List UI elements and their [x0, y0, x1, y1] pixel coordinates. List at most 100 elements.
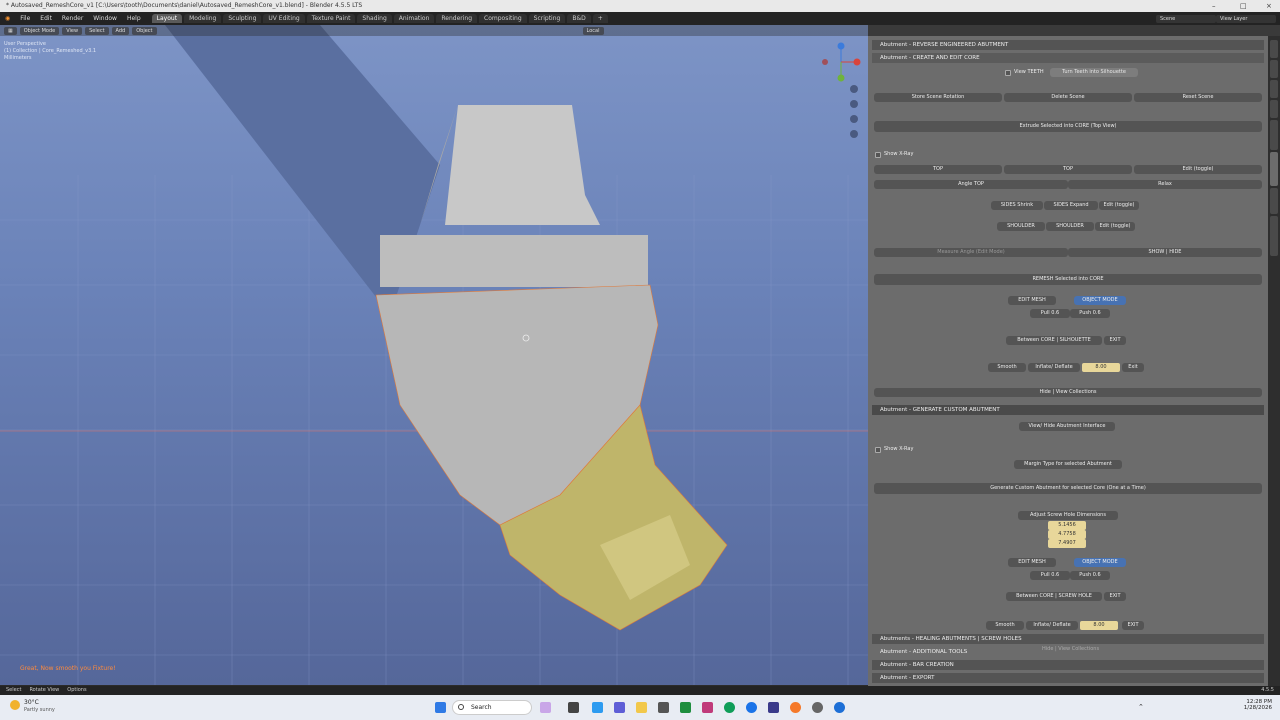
sides-shrink-button[interactable]: SIDES Shrink	[991, 201, 1043, 210]
object-menu[interactable]: Object	[132, 26, 157, 35]
margin-type-button[interactable]: Margin Type for selected Abutment	[1014, 460, 1122, 469]
inflate-value-field[interactable]: 8.00	[1082, 363, 1120, 372]
view-teeth-checkbox[interactable]	[1005, 70, 1011, 76]
top-button-2[interactable]: TOP	[1004, 165, 1132, 174]
inflate-deflate-button-2[interactable]: Inflate/ Deflate	[1026, 621, 1078, 630]
tab-modeling[interactable]: Modeling	[184, 14, 222, 23]
tab-shading[interactable]: Shading	[357, 14, 392, 23]
weather-icon[interactable]	[10, 700, 20, 710]
smooth-button[interactable]: Smooth	[988, 363, 1026, 372]
store-rotation-button[interactable]: Store Scene Rotation	[874, 93, 1002, 102]
select-menu[interactable]: Select	[85, 26, 109, 35]
exit-button-1[interactable]: EXIT	[1104, 336, 1126, 345]
screw-dim-2-field[interactable]: 4.7758	[1048, 530, 1086, 539]
view-menu[interactable]: View	[62, 26, 83, 35]
turn-teeth-button[interactable]: Turn Teeth into Silhouette	[1050, 68, 1138, 77]
smooth-button-2[interactable]: Smooth	[986, 621, 1024, 630]
sidebar-tab-edit[interactable]	[1270, 100, 1278, 118]
pan-hand-icon[interactable]	[850, 100, 858, 108]
zoom-icon[interactable]	[850, 85, 858, 93]
shoulder-button-1[interactable]: SHOULDER	[997, 222, 1045, 231]
task-view-icon[interactable]	[568, 702, 579, 713]
object-mode-button-2[interactable]: OBJECT MODE	[1074, 558, 1126, 567]
generate-abutment-button[interactable]: Generate Custom Abutment for selected Co…	[874, 483, 1262, 494]
extrude-core-button[interactable]: Extrude Selected into CORE (Top View)	[874, 121, 1262, 132]
push-button[interactable]: Push 0.6	[1070, 309, 1110, 318]
close-icon[interactable]: ×	[1266, 0, 1272, 12]
tab-animation[interactable]: Animation	[393, 14, 435, 23]
chrome-icon[interactable]	[724, 702, 735, 713]
section-generate-abutment[interactable]: Abutment - GENERATE CUSTOM ABUTMENT	[872, 405, 1264, 415]
maximize-icon[interactable]: □	[1240, 0, 1247, 12]
blender-logo-icon[interactable]: ◉	[0, 15, 15, 22]
shoulder-button-2[interactable]: SHOULDER	[1046, 222, 1094, 231]
sidebar-tab-abutment[interactable]	[1270, 152, 1278, 186]
sidebar-tab-tool[interactable]	[1270, 60, 1278, 78]
pull-button-2[interactable]: Pull 0.6	[1030, 571, 1070, 580]
menu-window[interactable]: Window	[88, 15, 122, 22]
inflate-value-field-2[interactable]: 8.00	[1080, 621, 1118, 630]
sidebar-tab-other[interactable]	[1270, 188, 1278, 214]
3d-viewport[interactable]: User Perspective (1) Collection | Core_R…	[0, 25, 868, 685]
menu-help[interactable]: Help	[122, 15, 146, 22]
screw-dim-1-field[interactable]: 5.1456	[1048, 521, 1086, 530]
edit-mesh-button[interactable]: EDIT MESH	[1008, 296, 1056, 305]
add-menu[interactable]: Add	[111, 26, 130, 35]
menu-file[interactable]: File	[15, 15, 35, 22]
edit-toggle-shoulder-button[interactable]: Edit (toggle)	[1095, 222, 1135, 231]
delete-scene-button[interactable]: Delete Scene	[1004, 93, 1132, 102]
widgets-icon[interactable]	[540, 702, 551, 713]
windows-start-icon[interactable]	[435, 702, 446, 713]
section-healing-abutments[interactable]: Abutments - HEALING ABUTMENTS | SCREW HO…	[872, 634, 1264, 644]
show-hide-button[interactable]: SHOW | HIDE	[1068, 248, 1262, 257]
tab-scripting[interactable]: Scripting	[528, 14, 566, 23]
measure-angle-button[interactable]: Measure Angle (Edit Mode)	[874, 248, 1068, 257]
section-create-core[interactable]: Abutment - CREATE AND EDIT CORE	[872, 53, 1264, 63]
clock[interactable]: 12:28 PM 1/28/2026	[1238, 699, 1272, 711]
taskbar-search-box[interactable]: Search	[452, 700, 532, 715]
relax-button[interactable]: Relax	[1068, 180, 1262, 189]
transform-orientation[interactable]: Local	[582, 26, 604, 35]
between-core-screw-button[interactable]: Between CORE | SCREW HOLE	[1006, 592, 1102, 601]
section-reverse-engineered[interactable]: Abutment - REVERSE ENGINEERED ABUTMENT	[872, 40, 1264, 50]
ortho-grid-icon[interactable]	[850, 130, 858, 138]
sides-expand-button[interactable]: SIDES Expand	[1044, 201, 1098, 210]
view-hide-interface-button[interactable]: View/ Hide Abutment Interface	[1019, 422, 1115, 431]
pull-button[interactable]: Pull 0.6	[1030, 309, 1070, 318]
reset-scene-button[interactable]: Reset Scene	[1134, 93, 1262, 102]
section-bar-creation[interactable]: Abutment - BAR CREATION	[872, 660, 1264, 670]
store-icon[interactable]	[658, 702, 669, 713]
menu-edit[interactable]: Edit	[35, 15, 57, 22]
file-explorer-icon[interactable]	[636, 702, 647, 713]
hide-view-collections-button[interactable]: Hide | View Collections	[874, 388, 1262, 397]
tab-uv-editing[interactable]: UV Editing	[263, 14, 305, 23]
scene-selector[interactable]: Scene	[1156, 14, 1216, 23]
settings-icon[interactable]	[812, 702, 823, 713]
show-xray-checkbox[interactable]	[875, 152, 881, 158]
top-button-1[interactable]: TOP	[874, 165, 1002, 174]
tab-bd[interactable]: B&D	[567, 14, 591, 23]
show-xray-checkbox-2[interactable]	[875, 447, 881, 453]
app-icon-3[interactable]	[834, 702, 845, 713]
edit-toggle-sides-button[interactable]: Edit (toggle)	[1099, 201, 1139, 210]
section-export[interactable]: Abutment - EXPORT	[872, 673, 1264, 683]
copilot-icon[interactable]	[592, 702, 603, 713]
sidebar-tab-item[interactable]	[1270, 40, 1278, 58]
teams-icon[interactable]	[614, 702, 625, 713]
remesh-core-button[interactable]: REMESH Selected into CORE	[874, 274, 1262, 285]
between-core-silhouette-button[interactable]: Between CORE | SILHOUETTE	[1006, 336, 1102, 345]
exit-button-2[interactable]: Exit	[1122, 363, 1144, 372]
exit-button-4[interactable]: EXIT	[1122, 621, 1144, 630]
editor-type-icon[interactable]: ▦	[4, 26, 17, 35]
object-mode-button[interactable]: OBJECT MODE	[1074, 296, 1126, 305]
app-icon-2[interactable]	[768, 702, 779, 713]
add-workspace-icon[interactable]: +	[592, 14, 608, 23]
exit-button-3[interactable]: EXIT	[1104, 592, 1126, 601]
chrome-profile-icon[interactable]	[746, 702, 757, 713]
tab-sculpting[interactable]: Sculpting	[223, 14, 262, 23]
app-icon[interactable]	[702, 702, 713, 713]
tab-texture-paint[interactable]: Texture Paint	[306, 14, 356, 23]
mode-selector[interactable]: Object Mode	[19, 26, 60, 35]
sidebar-tab-extra[interactable]	[1270, 216, 1278, 256]
adjust-screw-hole-button[interactable]: Adjust Screw Hole Dimensions	[1018, 511, 1118, 520]
